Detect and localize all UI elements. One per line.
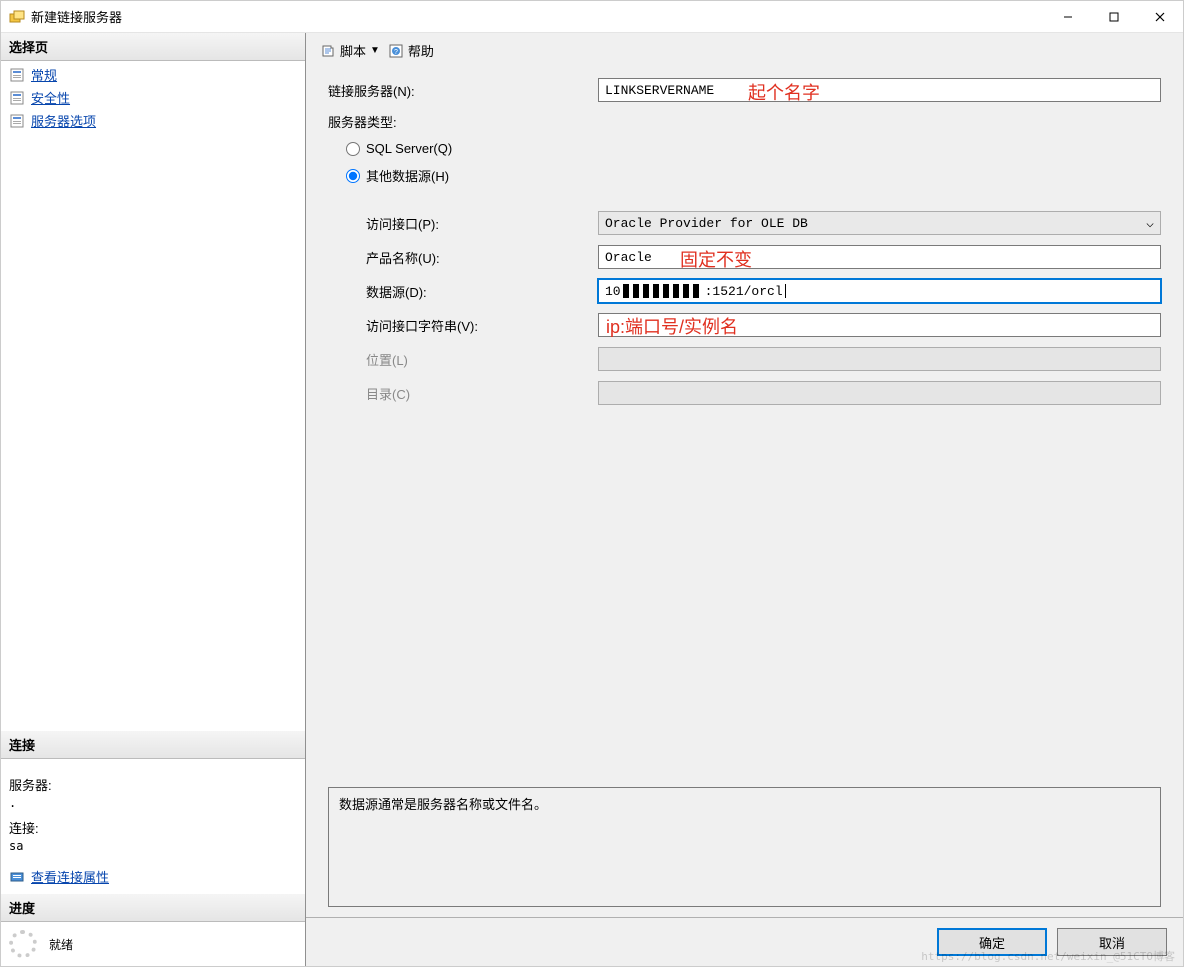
sidebar-item-label: 常规 <box>31 65 57 84</box>
radio-sql-server[interactable]: SQL Server(Q) <box>346 141 452 156</box>
progress-spinner-icon <box>9 930 37 958</box>
radio-sql-server-input[interactable] <box>346 142 360 156</box>
provider-label: 访问接口(P): <box>328 214 598 233</box>
product-input[interactable] <box>598 245 1161 269</box>
progress-header: 进度 <box>1 894 305 922</box>
main-panel: 脚本 ▼ ? 帮助 链接服务器(N): 起个名字 <box>306 33 1183 966</box>
app-icon <box>9 9 25 25</box>
view-connection-properties-link[interactable]: 查看连接属性 <box>31 867 109 886</box>
provider-value: Oracle Provider for OLE DB <box>605 216 808 231</box>
dialog-window: 新建链接服务器 选择页 常规 <box>0 0 1184 967</box>
server-type-label: 服务器类型: <box>328 112 598 131</box>
hint-text: 数据源通常是服务器名称或文件名。 <box>339 797 547 812</box>
page-icon <box>9 67 25 83</box>
script-label: 脚本 <box>340 41 366 60</box>
pages-header: 选择页 <box>1 33 305 61</box>
maximize-button[interactable] <box>1091 1 1137 33</box>
hint-box: 数据源通常是服务器名称或文件名。 <box>328 787 1161 907</box>
text-cursor <box>785 284 786 298</box>
watermark: https://blog.csdn.net/weixin_@51CTO博客 <box>921 948 1175 964</box>
radio-sql-server-label: SQL Server(Q) <box>366 141 452 156</box>
server-value: . <box>9 796 297 810</box>
conn-label: 连接: <box>9 818 297 837</box>
radio-other-input[interactable] <box>346 169 360 183</box>
location-input <box>598 347 1161 371</box>
page-icon <box>9 113 25 129</box>
chevron-down-icon: ⌵ <box>1146 216 1154 231</box>
datasource-prefix: 10 <box>605 284 621 299</box>
help-icon: ? <box>388 43 404 59</box>
conn-value: sa <box>9 839 297 853</box>
dropdown-arrow-icon: ▼ <box>370 45 380 56</box>
help-button[interactable]: ? 帮助 <box>388 41 434 60</box>
status-text: 就绪 <box>49 936 73 953</box>
radio-other-datasource[interactable]: 其他数据源(H) <box>346 166 449 185</box>
linked-server-input[interactable] <box>598 78 1161 102</box>
sidebar-item-label: 安全性 <box>31 88 70 107</box>
sidebar-item-general[interactable]: 常规 <box>1 63 305 86</box>
script-button[interactable]: 脚本 ▼ <box>320 41 380 60</box>
catalog-input <box>598 381 1161 405</box>
svg-text:?: ? <box>394 49 398 56</box>
page-icon <box>9 90 25 106</box>
redacted-block <box>623 284 703 298</box>
sidebar-item-server-options[interactable]: 服务器选项 <box>1 109 305 132</box>
datasource-suffix: :1521/orcl <box>705 284 783 299</box>
connection-header: 连接 <box>1 731 305 759</box>
toolbar: 脚本 ▼ ? 帮助 <box>306 33 1183 68</box>
sidebar-item-label: 服务器选项 <box>31 111 96 130</box>
titlebar: 新建链接服务器 <box>1 1 1183 33</box>
catalog-label: 目录(C) <box>328 384 598 403</box>
minimize-button[interactable] <box>1045 1 1091 33</box>
properties-icon <box>9 869 25 885</box>
provider-select[interactable]: Oracle Provider for OLE DB ⌵ <box>598 211 1161 235</box>
provider-string-label: 访问接口字符串(V): <box>328 316 598 335</box>
datasource-label: 数据源(D): <box>328 282 598 301</box>
datasource-input[interactable]: 10 :1521/orcl <box>598 279 1161 303</box>
server-label: 服务器: <box>9 775 297 794</box>
script-icon <box>320 43 336 59</box>
help-label: 帮助 <box>408 41 434 60</box>
linked-server-label: 链接服务器(N): <box>328 81 598 100</box>
window-title: 新建链接服务器 <box>31 7 122 26</box>
radio-other-label: 其他数据源(H) <box>366 166 449 185</box>
sidebar: 选择页 常规 安全性 服务 <box>1 33 306 966</box>
location-label: 位置(L) <box>328 350 598 369</box>
close-button[interactable] <box>1137 1 1183 33</box>
product-label: 产品名称(U): <box>328 248 598 267</box>
sidebar-item-security[interactable]: 安全性 <box>1 86 305 109</box>
provider-string-input[interactable] <box>598 313 1161 337</box>
